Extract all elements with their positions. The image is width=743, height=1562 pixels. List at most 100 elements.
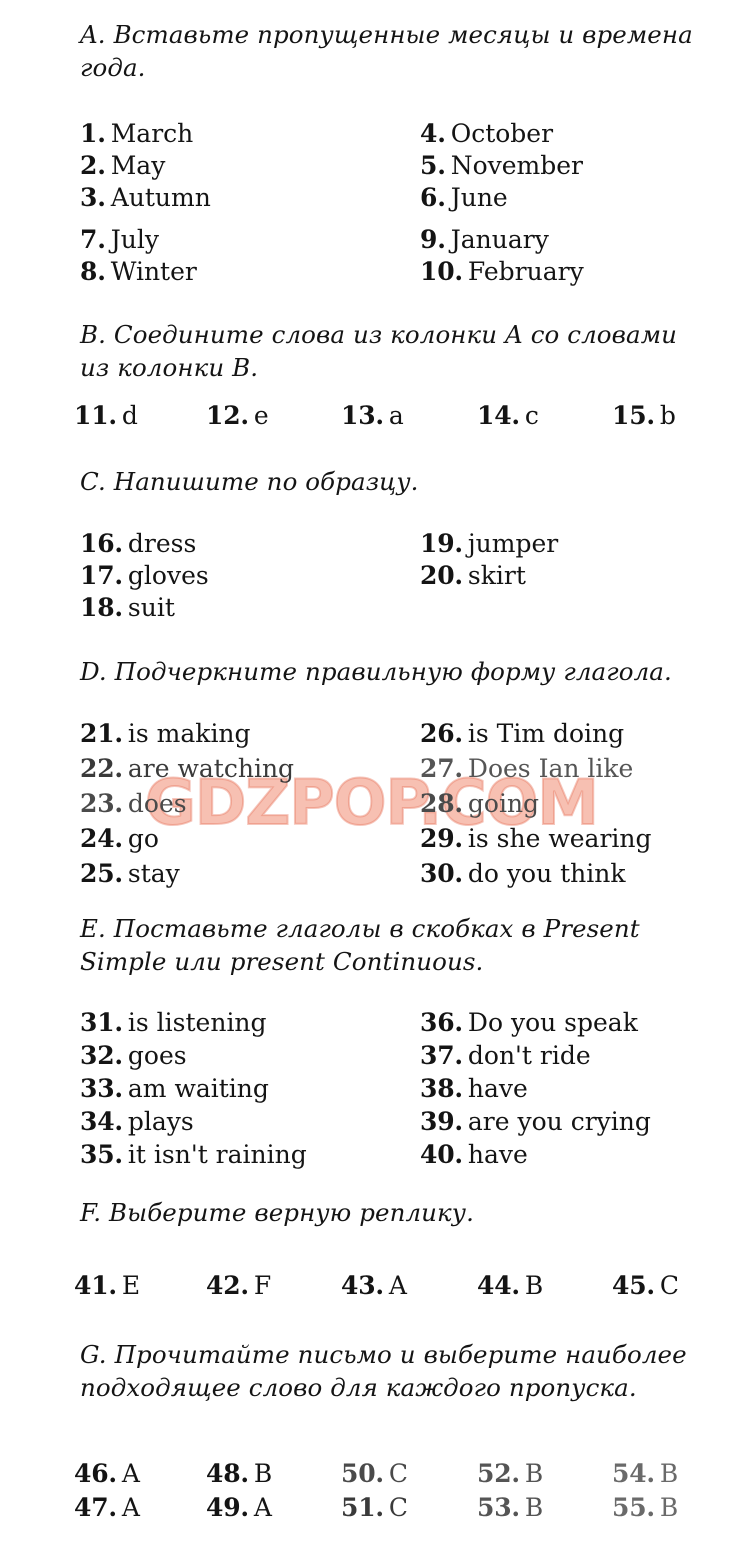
answer-number: 21. <box>80 719 123 748</box>
answer-number: 40. <box>420 1140 463 1169</box>
answer-number: 23. <box>80 789 123 818</box>
answer-number: 55. <box>612 1493 655 1522</box>
answer-value: B <box>659 1459 679 1488</box>
answer-number: 28. <box>420 789 463 818</box>
answer-number: 39. <box>420 1107 463 1136</box>
answer-number: 22. <box>80 754 123 783</box>
answer-number: 2. <box>80 151 106 180</box>
answer-number: 42. <box>206 1271 249 1300</box>
answer-number: 44. <box>477 1271 520 1300</box>
answer-number: 10. <box>420 257 463 286</box>
answer-value: goes <box>127 1041 187 1070</box>
answer-number: 31. <box>80 1008 123 1037</box>
answer-item-10: 10. February <box>420 256 584 288</box>
section-e-heading: E. Поставьте глаголы в скобках в Present… <box>80 914 640 976</box>
answer-value: C <box>659 1271 680 1300</box>
answer-item-30: 30. do you think <box>420 858 626 890</box>
answer-number: 11. <box>74 401 117 430</box>
answer-number: 24. <box>80 824 123 853</box>
answer-item-40: 40. have <box>420 1139 528 1171</box>
section-b-heading: B. Соедините слова из колонки A со слова… <box>80 320 678 382</box>
answer-item-54: 54. B <box>612 1458 678 1490</box>
answer-value: B <box>524 1271 544 1300</box>
answer-number: 41. <box>74 1271 117 1300</box>
answer-value: does <box>127 789 187 818</box>
answer-number: 36. <box>420 1008 463 1037</box>
answer-number: 52. <box>477 1459 520 1488</box>
answer-item-31: 31. is listening <box>80 1007 267 1039</box>
answer-key-page: GDZPOP.COM A. Вставьте пропущенные месяц… <box>0 0 743 1562</box>
answer-value: June <box>450 183 508 212</box>
answer-value: c <box>524 401 539 430</box>
answer-item-39: 39. are you crying <box>420 1106 651 1138</box>
answer-item-17: 17. gloves <box>80 560 209 592</box>
answer-number: 27. <box>420 754 463 783</box>
answer-value: jumper <box>467 529 559 558</box>
answer-number: 1. <box>80 119 106 148</box>
answer-item-42: 42. F <box>206 1270 271 1302</box>
answer-item-4: 4. October <box>420 118 553 150</box>
answer-item-24: 24. go <box>80 823 159 855</box>
answer-value: July <box>110 225 159 254</box>
answer-number: 16. <box>80 529 123 558</box>
answer-value: e <box>253 401 269 430</box>
answer-item-52: 52. B <box>477 1458 543 1490</box>
answer-item-25: 25. stay <box>80 858 180 890</box>
answer-item-43: 43. A <box>341 1270 407 1302</box>
answer-item-21: 21. is making <box>80 718 251 750</box>
answer-item-47: 47. A <box>74 1492 140 1524</box>
answer-item-28: 28. going <box>420 788 539 820</box>
answer-number: 48. <box>206 1459 249 1488</box>
answer-item-44: 44. B <box>477 1270 543 1302</box>
answer-number: 47. <box>74 1493 117 1522</box>
section-d-heading: D. Подчеркните правильную форму глагола. <box>80 657 672 686</box>
answer-value: do you think <box>467 859 626 888</box>
answer-item-3: 3. Autumn <box>80 182 211 214</box>
answer-number: 37. <box>420 1041 463 1070</box>
answer-value: B <box>524 1459 544 1488</box>
answer-value: are you crying <box>467 1107 651 1136</box>
answer-item-19: 19. jumper <box>420 528 558 560</box>
answer-value: stay <box>127 859 180 888</box>
answer-item-13: 13. a <box>341 400 404 432</box>
section-f-heading: F. Выберите верную реплику. <box>80 1198 474 1227</box>
answer-value: suit <box>127 593 175 622</box>
answer-item-45: 45. C <box>612 1270 679 1302</box>
answer-item-14: 14. c <box>477 400 539 432</box>
answer-number: 26. <box>420 719 463 748</box>
answer-value: Do you speak <box>467 1008 638 1037</box>
page-content: A. Вставьте пропущенные месяцы и времена… <box>0 0 743 1562</box>
answer-item-38: 38. have <box>420 1073 528 1105</box>
answer-value: is making <box>127 719 251 748</box>
answer-value: going <box>467 789 540 818</box>
answer-value: A <box>388 1271 407 1300</box>
answer-value: is Tim doing <box>467 719 625 748</box>
answer-item-15: 15. b <box>612 400 676 432</box>
answer-item-1: 1. March <box>80 118 193 150</box>
answer-item-35: 35. it isn't raining <box>80 1139 307 1171</box>
answer-item-12: 12. e <box>206 400 269 432</box>
answer-item-27: 27. Does Ian like <box>420 753 633 785</box>
answer-item-32: 32. goes <box>80 1040 187 1072</box>
answer-value: B <box>524 1493 544 1522</box>
answer-number: 50. <box>341 1459 384 1488</box>
answer-value: B <box>253 1459 273 1488</box>
answer-item-9: 9. January <box>420 224 549 256</box>
answer-number: 17. <box>80 561 123 590</box>
answer-number: 33. <box>80 1074 123 1103</box>
answer-value: C <box>388 1459 409 1488</box>
answer-value: is she wearing <box>467 824 652 853</box>
answer-item-16: 16. dress <box>80 528 196 560</box>
answer-number: 35. <box>80 1140 123 1169</box>
answer-value: am waiting <box>127 1074 269 1103</box>
answer-number: 38. <box>420 1074 463 1103</box>
answer-value: Winter <box>110 257 197 286</box>
answer-item-50: 50. C <box>341 1458 408 1490</box>
answer-item-20: 20. skirt <box>420 560 526 592</box>
answer-number: 51. <box>341 1493 384 1522</box>
answer-item-22: 22. are watching <box>80 753 294 785</box>
answer-number: 20. <box>420 561 463 590</box>
answer-item-18: 18. suit <box>80 592 175 624</box>
answer-number: 49. <box>206 1493 249 1522</box>
answer-value: dress <box>127 529 197 558</box>
